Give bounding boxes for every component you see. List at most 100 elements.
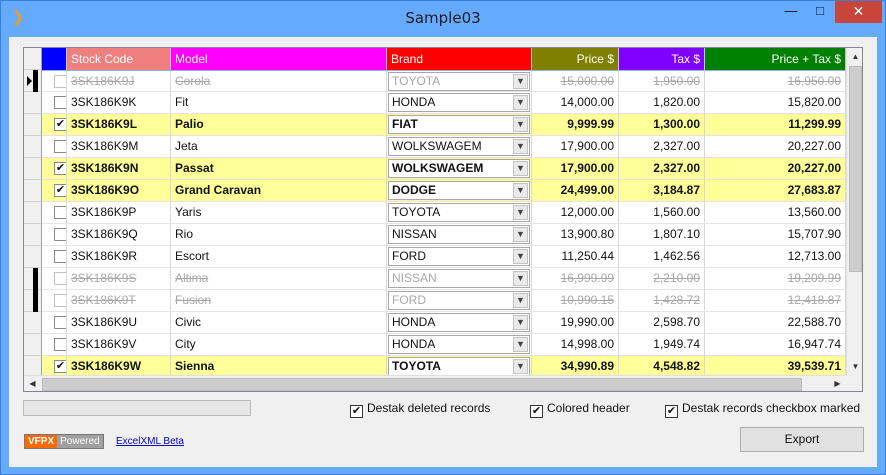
cell-total[interactable]: 19,209.99: [705, 268, 846, 290]
cell-brand[interactable]: NISSAN ▼: [387, 224, 532, 246]
cell-total[interactable]: 22,588.70: [705, 312, 846, 334]
chevron-down-icon[interactable]: ▼: [513, 337, 528, 352]
cell-price[interactable]: 24,499.00: [532, 180, 619, 202]
column-header-stock[interactable]: Stock Code: [67, 48, 171, 70]
cell-price[interactable]: 16,999.99: [532, 268, 619, 290]
cell-tax[interactable]: 1,300.00: [619, 114, 705, 136]
cell-stock[interactable]: 3SK186K9Q: [67, 224, 171, 246]
cell-model[interactable]: Passat: [171, 158, 387, 180]
cell-brand[interactable]: TOYOTA ▼: [387, 70, 532, 92]
cell-price[interactable]: 14,000.00: [532, 92, 619, 114]
row-checkbox[interactable]: [54, 75, 66, 88]
cell-stock[interactable]: 3SK186K9V: [67, 334, 171, 356]
cell-tax[interactable]: 1,560.00: [619, 202, 705, 224]
cell-tax[interactable]: 3,184.87: [619, 180, 705, 202]
vertical-scroll-thumb[interactable]: [849, 66, 862, 272]
cell-stock[interactable]: 3SK186K9R: [67, 246, 171, 268]
row-checkbox[interactable]: [54, 338, 66, 351]
row-checkbox[interactable]: [54, 272, 66, 285]
scroll-left-button[interactable]: ◀: [24, 376, 41, 391]
brand-combobox[interactable]: HONDA ▼: [388, 313, 530, 332]
cell-model[interactable]: Fusion: [171, 290, 387, 312]
row-selector[interactable]: [24, 70, 42, 92]
row-selector[interactable]: [24, 202, 42, 224]
row-selector[interactable]: [24, 290, 42, 312]
destak-marked-option[interactable]: ✔ Destak records checkbox marked: [665, 401, 860, 418]
column-header-price[interactable]: Price $: [532, 48, 619, 70]
cell-model[interactable]: Palio: [171, 114, 387, 136]
cell-price[interactable]: 19,990.00: [532, 312, 619, 334]
row-selector[interactable]: [24, 158, 42, 180]
cell-tax[interactable]: 2,598.70: [619, 312, 705, 334]
cell-model[interactable]: Yaris: [171, 202, 387, 224]
brand-combobox[interactable]: HONDA ▼: [388, 93, 530, 112]
cell-model[interactable]: Sienna: [171, 356, 387, 375]
horizontal-scroll-thumb[interactable]: [42, 378, 802, 391]
cell-model[interactable]: Fit: [171, 92, 387, 114]
row-checkbox[interactable]: [54, 206, 66, 219]
destak-marked-checkbox[interactable]: ✔: [665, 405, 678, 418]
brand-combobox[interactable]: TOYOTA ▼: [388, 357, 530, 375]
cell-total[interactable]: 12,713.00: [705, 246, 846, 268]
chevron-down-icon[interactable]: ▼: [513, 359, 528, 374]
cell-stock[interactable]: 3SK186K9J: [67, 70, 171, 92]
cell-price[interactable]: 9,999.99: [532, 114, 619, 136]
cell-model[interactable]: Altima: [171, 268, 387, 290]
cell-brand[interactable]: TOYOTA ▼: [387, 356, 532, 375]
cell-price[interactable]: 15,000.00: [532, 70, 619, 92]
cell-tax[interactable]: 1,807.10: [619, 224, 705, 246]
table-row[interactable]: 3SK186K9Q Rio NISSAN ▼ 13,900.80 1,807.10 15,7…: [24, 224, 846, 246]
cell-tax[interactable]: 1,950.00: [619, 70, 705, 92]
cell-stock[interactable]: 3SK186K9U: [67, 312, 171, 334]
cell-tax[interactable]: 2,327.00: [619, 158, 705, 180]
cell-price[interactable]: 17,900.00: [532, 158, 619, 180]
cell-model[interactable]: Grand Caravan: [171, 180, 387, 202]
cell-stock[interactable]: 3SK186K9P: [67, 202, 171, 224]
cell-model[interactable]: Jeta: [171, 136, 387, 158]
cell-total[interactable]: 20,227.00: [705, 158, 846, 180]
cell-price[interactable]: 12,000.00: [532, 202, 619, 224]
table-row[interactable]: 3SK186K9M Jeta WOLKSWAGEM ▼ 17,900.00 2,327.0…: [24, 136, 846, 158]
destak-deleted-checkbox[interactable]: ✔: [350, 405, 363, 418]
chevron-down-icon[interactable]: ▼: [513, 183, 528, 198]
cell-tax[interactable]: 1,428.72: [619, 290, 705, 312]
row-checkbox[interactable]: ✔: [54, 162, 66, 175]
cell-stock[interactable]: 3SK186K9M: [67, 136, 171, 158]
chevron-down-icon[interactable]: ▼: [513, 74, 528, 89]
column-header-sel[interactable]: [42, 48, 67, 70]
row-selector[interactable]: [24, 334, 42, 356]
cell-model[interactable]: Escort: [171, 246, 387, 268]
table-row[interactable]: 3SK186K9K Fit HONDA ▼ 14,000.00 1,820.00 15,82…: [24, 92, 846, 114]
cell-total[interactable]: 16,947.74: [705, 334, 846, 356]
row-checkbox[interactable]: ✔: [54, 184, 66, 197]
scroll-right-button[interactable]: ▶: [829, 376, 846, 391]
cell-stock[interactable]: 3SK186K9S: [67, 268, 171, 290]
column-header-total[interactable]: Price + Tax $: [705, 48, 846, 70]
row-checkbox[interactable]: [54, 228, 66, 241]
brand-combobox[interactable]: HONDA ▼: [388, 335, 530, 354]
scroll-up-button[interactable]: ▲: [847, 48, 862, 65]
row-selector[interactable]: [24, 268, 42, 290]
minimize-button[interactable]: —: [776, 1, 806, 23]
brand-combobox[interactable]: TOYOTA ▼: [388, 72, 530, 91]
cell-brand[interactable]: WOLKSWAGEM ▼: [387, 136, 532, 158]
row-selector[interactable]: [24, 356, 42, 375]
table-row[interactable]: 3SK186K9V City HONDA ▼ 14,998.00 1,949.74 16,9…: [24, 334, 846, 356]
cell-total[interactable]: 20,227.00: [705, 136, 846, 158]
cell-total[interactable]: 39,539.71: [705, 356, 846, 375]
cell-stock[interactable]: 3SK186K9L: [67, 114, 171, 136]
colored-header-option[interactable]: ✔ Colored header: [530, 401, 630, 418]
row-selector[interactable]: [24, 180, 42, 202]
table-row[interactable]: 3SK186K9J Corola TOYOTA ▼ 15,000.00 1,950.00 1…: [24, 70, 846, 92]
chevron-down-icon[interactable]: ▼: [513, 293, 528, 308]
cell-brand[interactable]: HONDA ▼: [387, 312, 532, 334]
cell-brand[interactable]: FORD ▼: [387, 290, 532, 312]
table-row[interactable]: 3SK186K9U Civic HONDA ▼ 19,990.00 2,598.70 22,…: [24, 312, 846, 334]
brand-combobox[interactable]: FORD ▼: [388, 247, 530, 266]
cell-stock[interactable]: 3SK186K9O: [67, 180, 171, 202]
cell-model[interactable]: Rio: [171, 224, 387, 246]
cell-total[interactable]: 15,707.90: [705, 224, 846, 246]
cell-total[interactable]: 11,299.99: [705, 114, 846, 136]
cell-price[interactable]: 14,998.00: [532, 334, 619, 356]
table-row[interactable]: ✔ 3SK186K9N Passat WOLKSWAGEM ▼ 17,900.00 2,32…: [24, 158, 846, 180]
